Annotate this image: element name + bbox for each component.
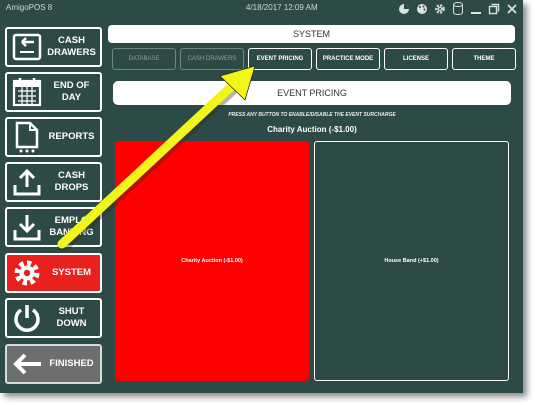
sidebar-item-reports[interactable]: REPORTS xyxy=(5,117,102,157)
app-title: AmigoPOS 8 xyxy=(6,3,53,12)
database-icon[interactable] xyxy=(450,1,465,16)
sidebar-item-end-of-day[interactable]: END OF DAY xyxy=(5,72,102,112)
close-icon[interactable] xyxy=(504,1,519,16)
charity-auction-button[interactable]: Charity Auction (-$1.00) xyxy=(115,141,309,381)
pie-chart-icon[interactable] xyxy=(396,1,411,16)
power-icon xyxy=(9,300,45,336)
sidebar-item-employee-banking[interactable]: EMPLO BANKING xyxy=(5,207,102,247)
pos-window: AmigoPOS 8 4/18/2017 12:09 AM CASH DRAWE… xyxy=(0,0,523,393)
palette-icon[interactable] xyxy=(414,1,429,16)
house-band-button[interactable]: House Band (+$1.00) xyxy=(314,141,509,381)
section-title: EVENT PRICING xyxy=(113,81,511,105)
sidebar-label-line1: REPORTS xyxy=(48,131,95,142)
sidebar-label-line1: CASH xyxy=(58,35,85,46)
sidebar-label-line1: FINISHED xyxy=(49,358,94,369)
sidebar-label-line2: BANKING xyxy=(49,227,94,238)
sidebar-label-line1: SYSTEM xyxy=(51,267,92,278)
current-surcharge: Charity Auction (-$1.00) xyxy=(267,125,357,134)
restore-icon[interactable] xyxy=(486,1,501,16)
sidebar-item-system[interactable]: SYSTEM xyxy=(5,253,102,293)
tab-license[interactable]: LICENSE xyxy=(384,48,448,70)
sidebar-label-line1: END OF xyxy=(53,80,90,91)
tab-practice-mode[interactable]: PRACTICE MODE xyxy=(316,48,380,70)
download-tray-icon xyxy=(9,209,45,245)
tab-cash-drawers: CASH DRAWERS xyxy=(180,48,244,70)
gear-icon xyxy=(9,255,45,291)
charge-label: Charity Auction (-$1.00) xyxy=(181,258,243,264)
page-title: SYSTEM xyxy=(108,25,515,43)
sidebar-label-line2: DOWN xyxy=(56,318,87,329)
sidebar-label-line1: CASH xyxy=(58,170,85,181)
tab-database: DATABASE xyxy=(112,48,176,70)
tab-event-pricing[interactable]: EVENT PRICING xyxy=(248,48,312,70)
cash-drawer-icon xyxy=(9,29,45,65)
tab-bar: DATABASE CASH DRAWERS EVENT PRICING PRAC… xyxy=(112,48,516,70)
finished-button[interactable]: FINISHED xyxy=(5,344,102,384)
tab-theme[interactable]: THEME xyxy=(452,48,516,70)
datetime-display: 4/18/2017 12:09 AM xyxy=(246,3,318,12)
report-icon xyxy=(9,119,45,155)
sidebar-label-line1: EMPLO xyxy=(54,215,89,226)
sidebar-label-line2: DRAWERS xyxy=(47,47,96,58)
sidebar-label-line2: DAY xyxy=(61,92,82,103)
sidebar-item-shut-down[interactable]: SHUT DOWN xyxy=(5,298,102,338)
sidebar-item-cash-drawers[interactable]: CASH DRAWERS xyxy=(5,27,102,67)
minimize-icon[interactable] xyxy=(468,1,483,16)
sidebar-item-cash-drops[interactable]: CASH DROPS xyxy=(5,162,102,202)
gear-icon[interactable] xyxy=(432,1,447,16)
upload-tray-icon xyxy=(9,164,45,200)
charge-label: House Band (+$1.00) xyxy=(384,258,439,264)
title-bar: AmigoPOS 8 4/18/2017 12:09 AM xyxy=(0,0,523,18)
calendar-icon xyxy=(9,74,45,110)
instruction-text: PRESS ANY BUTTON TO ENABLE/DISABLE THE E… xyxy=(228,112,396,118)
sidebar-label-line1: SHUT xyxy=(58,306,85,317)
sidebar-label-line2: DROPS xyxy=(54,182,89,193)
back-arrow-icon xyxy=(9,346,45,382)
